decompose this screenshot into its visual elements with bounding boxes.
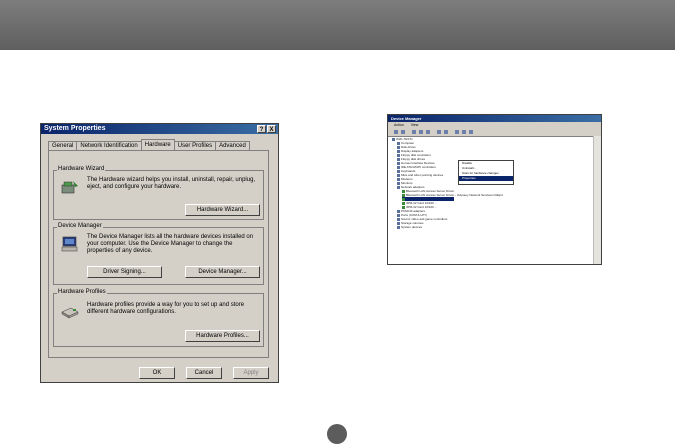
- help-button[interactable]: ?: [257, 125, 266, 133]
- driver-signing-button[interactable]: Driver Signing...: [87, 266, 162, 278]
- device-manager-description: The Device Manager lists all the hardwar…: [87, 234, 254, 254]
- tab-advanced[interactable]: Advanced: [215, 141, 250, 150]
- device-manager-window: Device Manager Action View W2K-TEST1 Com…: [387, 114, 602, 265]
- menu-view[interactable]: View: [411, 123, 419, 127]
- device-tree: W2K-TEST1 Computer Disk drives Display a…: [388, 137, 594, 264]
- back-icon[interactable]: [394, 130, 398, 134]
- title-bar: System Properties ? X: [41, 124, 278, 134]
- tab-strip: General Network Identification Hardware …: [48, 139, 250, 150]
- menu-action[interactable]: Action: [394, 123, 404, 127]
- view-icon[interactable]: [426, 130, 430, 134]
- view-icon[interactable]: [419, 130, 423, 134]
- scan-icon[interactable]: [444, 130, 448, 134]
- group-title: Hardware Wizard: [57, 166, 106, 172]
- header-bar: [0, 0, 675, 50]
- device-manager-group: Device Manager The Device Manager lists …: [53, 223, 264, 285]
- hardware-wizard-icon: [61, 181, 78, 194]
- apply-button[interactable]: Apply: [233, 367, 269, 379]
- hardware-profiles-icon: [61, 307, 79, 319]
- tab-user-profiles[interactable]: User Profiles: [173, 141, 217, 150]
- dm-scrollbar[interactable]: [593, 136, 601, 264]
- hardware-profiles-description: Hardware profiles provide a way for you …: [87, 302, 245, 315]
- cancel-button[interactable]: Cancel: [186, 367, 222, 379]
- system-properties-window: System Properties ? X General Network Id…: [40, 123, 279, 383]
- uninstall-icon[interactable]: [469, 130, 473, 134]
- group-title: Hardware Profiles: [57, 289, 107, 295]
- tab-hardware[interactable]: Hardware: [140, 139, 175, 150]
- tab-general[interactable]: General: [48, 141, 78, 150]
- hardware-wizard-group: Hardware Wizard The Hardware wizard help…: [53, 166, 264, 220]
- menu-item-properties[interactable]: Properties: [459, 176, 513, 181]
- computer-icon: [61, 236, 78, 252]
- dm-title-bar: Device Manager: [388, 115, 601, 122]
- group-title: Device Manager: [57, 223, 103, 229]
- properties-icon[interactable]: [437, 130, 441, 134]
- disable-icon[interactable]: [462, 130, 466, 134]
- dm-toolbar: [388, 128, 601, 137]
- view-icon[interactable]: [412, 130, 416, 134]
- window-title: System Properties: [44, 125, 106, 132]
- print-icon[interactable]: [455, 130, 459, 134]
- hardware-wizard-button[interactable]: Hardware Wizard...: [185, 204, 260, 216]
- context-menu: Disable Uninstall... Scan for hardware c…: [458, 160, 514, 185]
- tab-network-identification[interactable]: Network Identification: [76, 141, 142, 150]
- close-button[interactable]: X: [267, 125, 276, 133]
- forward-icon[interactable]: [401, 130, 405, 134]
- hardware-wizard-description: The Hardware wizard helps you install, u…: [87, 177, 256, 190]
- hardware-profiles-group: Hardware Profiles Hardware profiles prov…: [53, 289, 264, 347]
- hardware-profiles-button[interactable]: Hardware Profiles...: [185, 330, 260, 342]
- page-indicator: [327, 424, 347, 444]
- ok-button[interactable]: OK: [139, 367, 175, 379]
- tree-item[interactable]: System devices: [397, 225, 422, 229]
- device-manager-button[interactable]: Device Manager...: [185, 266, 260, 278]
